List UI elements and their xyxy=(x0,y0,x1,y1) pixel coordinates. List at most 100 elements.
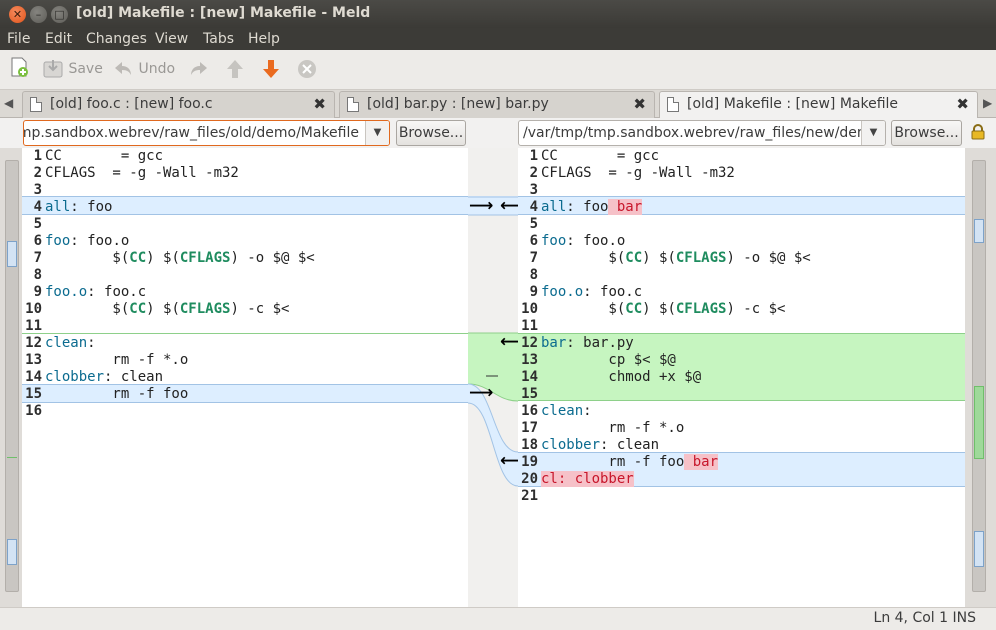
undo-label: Undo xyxy=(138,61,176,77)
code-line: 7 $(CC) $(CFLAGS) -o $@ $< xyxy=(33,250,315,266)
tab-close-icon[interactable]: ✖ xyxy=(956,95,969,113)
diff-map-marker[interactable] xyxy=(7,539,17,565)
right-file-path-text: /var/tmp/tmp.sandbox.webrev/raw_files/ne… xyxy=(523,125,885,141)
cursor-position-status: Ln 4, Col 1 INS xyxy=(873,610,976,626)
code-line: 6 foo: foo.o xyxy=(33,233,130,249)
right-file-path-field[interactable]: /var/tmp/tmp.sandbox.webrev/raw_files/ne… xyxy=(518,120,886,146)
code-line: 13 cp $< $@ xyxy=(521,352,676,368)
tab-close-icon[interactable]: ✖ xyxy=(633,95,646,113)
code-line: 20 cl: clobber xyxy=(521,471,634,487)
diff-map-marker[interactable] xyxy=(974,219,984,243)
code-line: 5 xyxy=(33,216,42,232)
tab-scroll-left-icon[interactable]: ◀ xyxy=(4,96,13,110)
window-title: [old] Makefile : [new] Makefile - Meld xyxy=(76,5,371,21)
undo-button[interactable]: Undo xyxy=(112,58,175,82)
right-diff-map[interactable] xyxy=(972,160,986,592)
chevron-down-icon[interactable]: ▼ xyxy=(365,121,389,145)
chevron-down-icon[interactable]: ▼ xyxy=(861,121,885,145)
status-bar: Ln 4, Col 1 INS xyxy=(0,607,996,630)
code-line: 16 clean: xyxy=(521,403,592,419)
code-line: 21 xyxy=(521,488,538,504)
diff-map-marker[interactable] xyxy=(7,241,17,267)
window-maximize-button[interactable]: □ xyxy=(51,6,68,23)
code-line: 17 rm -f *.o xyxy=(521,420,685,436)
code-line: 4 all: foo bar xyxy=(529,199,643,215)
previous-change-button[interactable] xyxy=(224,58,246,82)
push-right-arrow-icon[interactable]: ⟶ xyxy=(469,385,493,402)
new-document-icon xyxy=(11,57,28,77)
code-line: 5 xyxy=(529,216,538,232)
menu-bar: File Edit Changes View Tabs Help xyxy=(0,28,996,50)
tab-label: [old] bar.py : [new] bar.py xyxy=(367,96,549,112)
diff-map-marker[interactable] xyxy=(974,531,984,567)
code-line: 10 $(CC) $(CFLAGS) -c $< xyxy=(25,301,290,317)
redo-button[interactable] xyxy=(188,58,210,82)
tab-label: [old] foo.c : [new] foo.c xyxy=(50,96,213,112)
left-file-path-field[interactable]: /var/tmp/tmp.sandbox.webrev/raw_files/ol… xyxy=(23,120,390,146)
document-icon xyxy=(667,97,679,112)
code-line: 19 rm -f foo bar xyxy=(521,454,719,470)
menu-help[interactable]: Help xyxy=(248,31,280,47)
code-line: 8 xyxy=(33,267,42,283)
file-path-bar: /var/tmp/tmp.sandbox.webrev/raw_files/ol… xyxy=(0,118,996,148)
push-right-arrow-icon[interactable]: ⟶ xyxy=(469,198,493,215)
tab-makefile[interactable]: [old] Makefile : [new] Makefile ✖ xyxy=(659,91,978,119)
code-line: 3 xyxy=(529,182,538,198)
code-line: 15 rm -f foo xyxy=(25,386,189,402)
save-button[interactable]: Save xyxy=(42,58,103,82)
stop-icon xyxy=(298,60,316,78)
code-line: 7 $(CC) $(CFLAGS) -o $@ $< xyxy=(529,250,811,266)
code-line: 13 rm -f *.o xyxy=(25,352,189,368)
tab-scroll-right-icon[interactable]: ▶ xyxy=(983,96,992,110)
redo-icon xyxy=(191,62,207,75)
document-icon xyxy=(347,97,359,112)
tab-label: [old] Makefile : [new] Makefile xyxy=(687,96,899,112)
code-line: 3 xyxy=(33,182,42,198)
code-line: 14 chmod +x $@ xyxy=(521,369,702,385)
code-line: 6 foo: foo.o xyxy=(529,233,626,249)
code-line: 1 CC = gcc xyxy=(33,148,164,164)
diff-link-map xyxy=(468,148,518,607)
lock-icon xyxy=(971,124,985,140)
code-line: 1 CC = gcc xyxy=(529,148,660,164)
undo-icon xyxy=(115,62,131,75)
menu-tabs[interactable]: Tabs xyxy=(203,31,234,47)
save-label: Save xyxy=(68,61,103,77)
window-minimize-button[interactable]: – xyxy=(30,6,47,23)
right-browse-button[interactable]: Browse... xyxy=(891,120,962,146)
code-line: 9 foo.o: foo.c xyxy=(529,284,643,300)
code-line: 2 CFLAGS = -g -Wall -m32 xyxy=(529,165,735,181)
save-icon xyxy=(43,60,63,78)
tab-bar: [old] foo.c : [new] foo.c ✖ [old] bar.py… xyxy=(0,90,996,119)
new-comparison-button[interactable] xyxy=(8,56,30,80)
left-browse-button[interactable]: Browse... xyxy=(396,120,466,146)
diff-map-marker[interactable] xyxy=(7,457,17,458)
toolbar: Save Undo xyxy=(0,50,996,90)
tab-close-icon[interactable]: ✖ xyxy=(313,95,326,113)
code-line: 9 foo.o: foo.c xyxy=(33,284,147,300)
left-editor-pane[interactable]: 1 CC = gcc 2 CFLAGS = -g -Wall -m32 3 4 all… xyxy=(22,148,468,607)
arrow-down-icon xyxy=(263,60,279,78)
menu-edit[interactable]: Edit xyxy=(45,31,72,47)
code-line: 11 xyxy=(521,318,538,334)
code-line: 2 CFLAGS = -g -Wall -m32 xyxy=(33,165,239,181)
right-editor-pane[interactable]: 1 CC = gcc 2 CFLAGS = -g -Wall -m32 3 4 all… xyxy=(518,148,965,607)
code-line: 12 clean: xyxy=(25,335,96,351)
tab-foo-c[interactable]: [old] foo.c : [new] foo.c ✖ xyxy=(22,91,335,118)
diff-map-marker[interactable] xyxy=(974,386,984,459)
menu-view[interactable]: View xyxy=(155,31,188,47)
stop-button[interactable] xyxy=(296,58,318,82)
title-bar: ✕ – □ [old] Makefile : [new] Makefile - … xyxy=(0,0,996,28)
code-line: 11 xyxy=(25,318,42,334)
code-line: 12 bar: bar.py xyxy=(521,335,634,351)
next-change-button[interactable] xyxy=(260,58,282,82)
document-icon xyxy=(30,97,42,112)
left-diff-map[interactable] xyxy=(5,160,19,592)
tab-bar-py[interactable]: [old] bar.py : [new] bar.py ✖ xyxy=(339,91,655,118)
code-line: 8 xyxy=(529,267,538,283)
menu-changes[interactable]: Changes xyxy=(86,31,147,47)
menu-file[interactable]: File xyxy=(7,31,30,47)
window-close-button[interactable]: ✕ xyxy=(9,6,26,23)
code-line: 16 xyxy=(25,403,42,419)
code-line: 10 $(CC) $(CFLAGS) -c $< xyxy=(521,301,786,317)
